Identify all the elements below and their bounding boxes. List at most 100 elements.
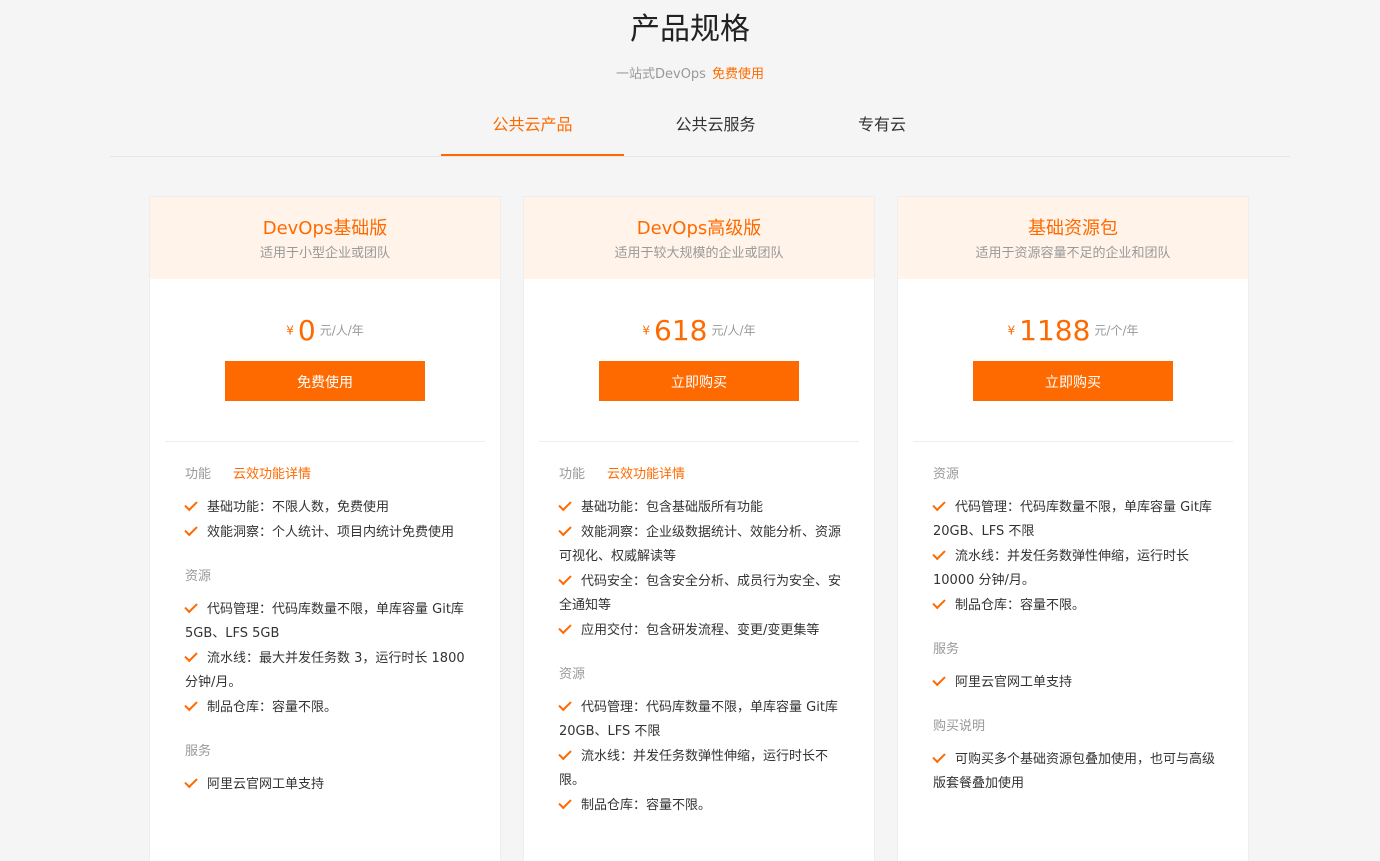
feature-text: 流水线：并发任务数弹性伸缩，运行时长不限。 xyxy=(559,749,829,788)
feature-text: 代码安全：包含安全分析、成员行为安全、安全通知等 xyxy=(559,574,842,613)
section-label-resources: 资源 xyxy=(933,467,960,482)
price-unit: 元/个/年 xyxy=(1094,323,1139,338)
feature-text: 阿里云官网工单支持 xyxy=(207,777,325,792)
check-icon xyxy=(558,697,572,712)
feature-text: 可购买多个基础资源包叠加使用，也可与高级版套餐叠加使用 xyxy=(933,752,1216,791)
feature-item: 代码管理：代码库数量不限，单库容量 Git库20GB、LFS 不限 xyxy=(932,496,1223,544)
feature-text: 阿里云官网工单支持 xyxy=(955,675,1073,690)
check-icon xyxy=(558,497,572,512)
feature-text: 基础功能：不限人数，免费使用 xyxy=(207,500,390,515)
currency-symbol: ¥ xyxy=(1007,323,1016,338)
check-icon xyxy=(558,746,572,761)
feature-text: 效能洞察：企业级数据统计、效能分析、资源可视化、权威解读等 xyxy=(559,525,842,564)
section-label-services: 服务 xyxy=(185,744,212,759)
pricing-page: 产品规格 一站式DevOps 免费使用 公共云产品 公共云服务 专有云 DevOp… xyxy=(0,0,1380,861)
section-label-services: 服务 xyxy=(933,642,960,657)
feature-item: 制品仓库：容量不限。 xyxy=(184,696,480,720)
feature-item: 代码管理：代码库数量不限，单库容量 Git库5GB、LFS 5GB xyxy=(184,598,475,646)
feature-list: 功能 云效功能详情 基础功能：包含基础版所有功能 效能洞察：企业级数据统计、效能分… xyxy=(524,442,874,818)
plan-description: 适用于小型企业或团队 xyxy=(259,246,390,261)
feature-item: 效能洞察：企业级数据统计、效能分析、资源可视化、权威解读等 xyxy=(558,521,849,569)
plan-price: ¥1188 元/个/年 xyxy=(898,313,1248,347)
feature-text: 流水线：最大并发任务数 3，运行时长 1800 分钟/月。 xyxy=(185,651,465,690)
tab-public-cloud-services[interactable]: 公共云服务 xyxy=(624,100,807,155)
price-unit: 元/人/年 xyxy=(711,323,756,338)
feature-item: 流水线：并发任务数弹性伸缩，运行时长不限。 xyxy=(558,745,849,793)
feature-item: 应用交付：包含研发流程、变更/变更集等 xyxy=(558,619,849,643)
plan-description: 适用于较大规模的企业或团队 xyxy=(614,246,784,261)
plan-name: DevOps基础版 xyxy=(262,218,388,239)
feature-item: 基础功能：包含基础版所有功能 xyxy=(558,496,854,520)
section-label-features: 功能 云效功能详情 xyxy=(559,466,854,484)
feature-details-link[interactable]: 云效功能详情 xyxy=(233,467,311,482)
free-use-button[interactable]: 免费使用 xyxy=(225,361,425,401)
check-icon xyxy=(932,546,946,561)
feature-list: 功能 云效功能详情 基础功能：不限人数，免费使用 效能洞察：个人统计、项目内统计免… xyxy=(150,442,500,797)
price-unit: 元/人/年 xyxy=(319,323,364,338)
feature-item: 制品仓库：容量不限。 xyxy=(558,794,854,818)
plan-card-advanced: DevOps高级版 适用于较大规模的企业或团队 ¥618 元/人/年 立即购买 功… xyxy=(523,196,875,861)
feature-item: 效能洞察：个人统计、项目内统计免费使用 xyxy=(184,521,475,545)
feature-text: 制品仓库：容量不限。 xyxy=(581,798,712,813)
check-icon xyxy=(184,774,198,789)
price-amount: 0 xyxy=(297,313,316,347)
plan-card-header: 基础资源包 适用于资源容量不足的企业和团队 xyxy=(898,197,1248,279)
feature-item: 代码安全：包含安全分析、成员行为安全、安全通知等 xyxy=(558,570,849,618)
tab-bar: 公共云产品 公共云服务 专有云 xyxy=(110,100,1290,157)
feature-item: 阿里云官网工单支持 xyxy=(184,773,480,797)
page-title: 产品规格 xyxy=(630,12,750,47)
plan-description: 适用于资源容量不足的企业和团队 xyxy=(975,246,1171,261)
buy-now-button[interactable]: 立即购买 xyxy=(599,361,799,401)
feature-text: 制品仓库：容量不限。 xyxy=(207,700,338,715)
feature-item: 流水线：最大并发任务数 3，运行时长 1800 分钟/月。 xyxy=(184,647,475,695)
check-icon xyxy=(932,595,946,610)
feature-text: 代码管理：代码库数量不限，单库容量 Git库20GB、LFS 不限 xyxy=(559,700,838,739)
price-amount: 618 xyxy=(654,313,708,347)
check-icon xyxy=(932,497,946,512)
tab-private-cloud[interactable]: 专有云 xyxy=(807,100,957,155)
section-label-text: 功能 xyxy=(185,467,212,482)
feature-text: 基础功能：包含基础版所有功能 xyxy=(581,500,764,515)
check-icon xyxy=(558,620,572,635)
section-label-features: 功能 云效功能详情 xyxy=(185,466,480,484)
check-icon xyxy=(558,571,572,586)
check-icon xyxy=(184,648,198,663)
feature-item: 基础功能：不限人数，免费使用 xyxy=(184,496,480,520)
subtitle-text: 一站式DevOps xyxy=(616,67,706,82)
currency-symbol: ¥ xyxy=(286,323,294,338)
tab-public-cloud-products[interactable]: 公共云产品 xyxy=(441,100,624,156)
feature-text: 制品仓库：容量不限。 xyxy=(955,598,1086,613)
plan-name: 基础资源包 xyxy=(1028,218,1118,239)
feature-details-link[interactable]: 云效功能详情 xyxy=(607,467,685,482)
page-subtitle: 一站式DevOps 免费使用 xyxy=(0,66,1380,84)
feature-text: 流水线：并发任务数弹性伸缩，运行时长 10000 分钟/月。 xyxy=(933,549,1190,588)
check-icon xyxy=(558,795,572,810)
section-label-resources: 资源 xyxy=(559,667,586,682)
feature-item: 制品仓库：容量不限。 xyxy=(932,594,1228,618)
check-icon xyxy=(184,497,198,512)
feature-text: 代码管理：代码库数量不限，单库容量 Git库20GB、LFS 不限 xyxy=(933,500,1212,539)
feature-text: 应用交付：包含研发流程、变更/变更集等 xyxy=(581,623,820,638)
check-icon xyxy=(184,599,198,614)
check-icon xyxy=(558,522,572,537)
check-icon xyxy=(932,672,946,687)
feature-text: 效能洞察：个人统计、项目内统计免费使用 xyxy=(207,525,455,540)
price-amount: 1188 xyxy=(1019,313,1091,347)
check-icon xyxy=(932,749,946,764)
feature-item: 阿里云官网工单支持 xyxy=(932,671,1228,695)
plan-name: DevOps高级版 xyxy=(636,218,762,239)
feature-text: 代码管理：代码库数量不限，单库容量 Git库5GB、LFS 5GB xyxy=(185,602,464,641)
check-icon xyxy=(184,522,198,537)
section-label-purchase-notes: 购买说明 xyxy=(933,719,986,734)
section-label-resources: 资源 xyxy=(185,569,212,584)
subtitle-accent: 免费使用 xyxy=(711,67,764,82)
feature-list: 资源 代码管理：代码库数量不限，单库容量 Git库20GB、LFS 不限 流水线… xyxy=(898,442,1248,796)
buy-now-button[interactable]: 立即购买 xyxy=(973,361,1173,401)
section-label-text: 功能 xyxy=(559,467,586,482)
feature-item: 流水线：并发任务数弹性伸缩，运行时长 10000 分钟/月。 xyxy=(932,545,1223,593)
currency-symbol: ¥ xyxy=(642,323,651,338)
plan-card-basic: DevOps基础版 适用于小型企业或团队 ¥0 元/人/年 免费使用 功能 云效功能… xyxy=(149,196,501,861)
plan-price: ¥0 元/人/年 xyxy=(150,313,500,347)
plan-card-resource-pack: 基础资源包 适用于资源容量不足的企业和团队 ¥1188 元/个/年 立即购买 资源… xyxy=(897,196,1249,861)
feature-item: 可购买多个基础资源包叠加使用，也可与高级版套餐叠加使用 xyxy=(932,748,1223,796)
